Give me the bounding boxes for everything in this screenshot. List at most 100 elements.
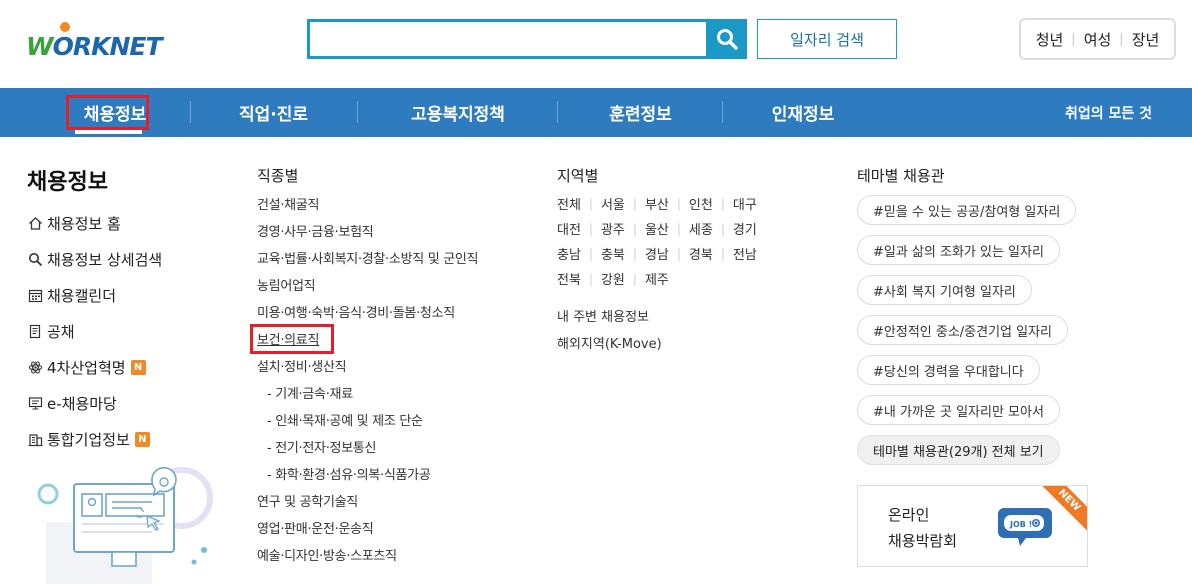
search-icon <box>717 29 738 50</box>
fair-title-line2: 채용박람회 <box>888 532 958 550</box>
job-category-link[interactable]: 건설·채굴직 <box>257 190 478 217</box>
region-link[interactable]: 인천 <box>689 194 713 213</box>
target-youth-link[interactable]: 청년 <box>1036 29 1064 50</box>
monitor-icon <box>27 395 43 411</box>
left-menu-label: 채용정보 상세검색 <box>47 250 163 269</box>
left-menu-calendar[interactable]: 채용캘린더 <box>27 277 162 313</box>
job-category-link[interactable]: 경영·사무·금융·보험직 <box>257 217 478 244</box>
region-link[interactable]: 제주 <box>645 269 669 288</box>
online-job-fair-banner[interactable]: 온라인 채용박람회 NEW JOB ! <box>857 485 1088 567</box>
nav-item-talent[interactable]: 인재정보 <box>723 88 883 137</box>
job-category-link[interactable]: 영업·판매·운전·운송직 <box>257 514 478 541</box>
theme-all-view-button[interactable]: 테마별 채용관(29개) 전체 보기 <box>857 435 1060 465</box>
left-menu-label: 통합기업정보 <box>47 430 130 449</box>
theme-tag[interactable]: #믿을 수 있는 공공/참여형 일자리 <box>857 195 1077 225</box>
region-link[interactable]: 세종 <box>689 219 713 238</box>
jobs-column-title: 직종별 <box>257 167 299 185</box>
left-menu-e-recruitment[interactable]: e-채용마당 <box>27 385 162 421</box>
search-icon <box>27 251 43 267</box>
region-link[interactable]: 대구 <box>733 194 757 213</box>
region-link[interactable]: 충북 <box>601 244 625 263</box>
left-menu-label: 채용정보 홈 <box>47 214 121 233</box>
theme-tag[interactable]: #내 가까운 곳 일자리만 모아서 <box>857 395 1060 425</box>
left-menu-home[interactable]: 채용정보 홈 <box>27 205 162 241</box>
theme-tag[interactable]: #사회 복지 기여형 일자리 <box>857 275 1032 305</box>
region-link[interactable]: 충남 <box>557 244 581 263</box>
nav-item-training[interactable]: 훈련정보 <box>558 88 723 137</box>
computer-illustration <box>37 466 213 584</box>
calendar-icon <box>27 287 43 303</box>
divider: | <box>720 196 725 211</box>
main-nav: 채용정보 직업·진로 고용복지정책 훈련정보 인재정보 취업의 모든 것 <box>0 88 1192 137</box>
region-grid: 전체 | 서울 | 부산 | 인천 | 대구 대전 | 광주 | 울산 | 세종 | 경기 충남… <box>557 191 757 291</box>
nearby-jobs-link[interactable]: 내 주변 채용정보 <box>557 306 649 325</box>
divider: | <box>632 246 637 261</box>
left-menu-label: 4차산업혁명 <box>47 358 126 377</box>
job-category-health-medical-link[interactable]: 보건·의료직 <box>257 325 478 352</box>
divider: | <box>588 271 593 286</box>
atom-icon <box>27 359 43 375</box>
target-senior-link[interactable]: 장년 <box>1132 29 1160 50</box>
left-menu-label: 채용캘린더 <box>47 286 117 305</box>
job-subcategory-link[interactable]: - 화학·환경·섬유·의복·식품가공 <box>257 460 478 487</box>
search-button[interactable] <box>707 19 747 59</box>
left-menu-public-recruitment[interactable]: 공채 <box>27 313 162 349</box>
theme-tag[interactable]: #일과 삶의 조화가 있는 일자리 <box>857 235 1060 265</box>
nav-item-welfare-policy[interactable]: 고용복지정책 <box>358 88 558 137</box>
theme-tag-list: #믿을 수 있는 공공/참여형 일자리 #일과 삶의 조화가 있는 일자리 #사… <box>857 195 1077 475</box>
job-category-link[interactable]: 농림어업직 <box>257 271 478 298</box>
job-category-link[interactable]: 예술·디자인·방송·스포츠직 <box>257 541 478 568</box>
nav-all-employment-link[interactable]: 취업의 모든 것 <box>1065 88 1152 137</box>
left-menu-label: 공채 <box>47 322 75 341</box>
job-search-button[interactable]: 일자리 검색 <box>757 19 897 59</box>
divider: | <box>676 196 681 211</box>
search-input[interactable] <box>310 22 706 56</box>
job-subcategory-link[interactable]: - 기계·금속·재료 <box>257 379 478 406</box>
nav-item-career[interactable]: 직업·진로 <box>191 88 356 137</box>
region-link[interactable]: 서울 <box>601 194 625 213</box>
region-row: 전체 | 서울 | 부산 | 인천 | 대구 <box>557 191 757 216</box>
divider: | <box>632 221 637 236</box>
region-link[interactable]: 전남 <box>733 244 757 263</box>
left-menu-label: e-채용마당 <box>47 394 117 413</box>
divider: | <box>720 246 725 261</box>
region-link[interactable]: 경남 <box>645 244 669 263</box>
job-category-link[interactable]: 설치·정비·생산직 <box>257 352 478 379</box>
left-menu-industry4[interactable]: 4차산업혁명 N <box>27 349 162 385</box>
target-women-link[interactable]: 여성 <box>1084 29 1112 50</box>
job-subcategory-link[interactable]: - 인쇄·목재·공예 및 제조 단순 <box>257 406 478 433</box>
divider: | <box>676 246 681 261</box>
themes-column-title: 테마별 채용관 <box>857 167 945 185</box>
site-header: WORKNET 일자리 검색 청년 | 여성 | 장년 <box>0 0 1192 88</box>
search-box <box>307 19 709 59</box>
job-subcategory-link[interactable]: - 전기·전자·정보통신 <box>257 433 478 460</box>
divider: | <box>632 196 637 211</box>
nav-active-underline <box>75 130 142 134</box>
job-category-link[interactable]: 교육·법률·사회복지·경찰·소방직 및 군인직 <box>257 244 479 271</box>
theme-tag[interactable]: #당신의 경력을 우대합니다 <box>857 355 1040 385</box>
overseas-kmove-link[interactable]: 해외지역(K-Move) <box>557 333 662 352</box>
job-category-link[interactable]: 미용·여행·숙박·음식·경비·돌봄·청소직 <box>257 298 478 325</box>
region-link[interactable]: 강원 <box>601 269 625 288</box>
divider: | <box>720 221 725 236</box>
region-link[interactable]: 광주 <box>601 219 625 238</box>
region-link[interactable]: 대전 <box>557 219 581 238</box>
divider: | <box>588 221 593 236</box>
region-link[interactable]: 울산 <box>645 219 669 238</box>
region-link[interactable]: 전체 <box>557 194 581 213</box>
worknet-logo[interactable]: WORKNET <box>26 22 182 62</box>
left-menu: 채용정보 홈 채용정보 상세검색 채용캘린더 공채 4차산업혁명 N e-채용마… <box>27 205 162 457</box>
left-menu-company-info[interactable]: 통합기업정보 N <box>27 421 162 457</box>
region-link[interactable]: 경북 <box>689 244 713 263</box>
building-icon <box>27 431 43 447</box>
divider: | <box>1119 31 1124 47</box>
region-link[interactable]: 전북 <box>557 269 581 288</box>
target-group-links: 청년 | 여성 | 장년 <box>1019 18 1176 60</box>
region-row: 대전 | 광주 | 울산 | 세종 | 경기 <box>557 216 757 241</box>
theme-tag[interactable]: #안정적인 중소/중견기업 일자리 <box>857 315 1069 345</box>
region-link[interactable]: 경기 <box>733 219 757 238</box>
region-link[interactable]: 부산 <box>645 194 669 213</box>
left-menu-detail-search[interactable]: 채용정보 상세검색 <box>27 241 162 277</box>
document-icon <box>27 323 43 339</box>
job-category-link[interactable]: 연구 및 공학기술직 <box>257 487 478 514</box>
